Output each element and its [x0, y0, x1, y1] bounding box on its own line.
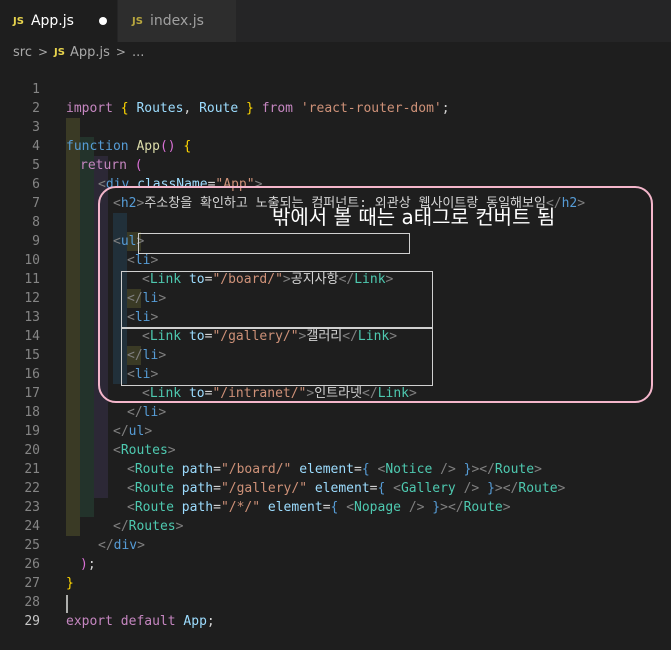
- code-line: 5 <div className="App">: [0, 137, 671, 192]
- code-line: 2: [0, 80, 671, 116]
- code-line: 19 <Routes>: [0, 403, 671, 458]
- js-file-icon: JS: [132, 15, 143, 27]
- code-line: 23 </Routes>: [0, 479, 671, 534]
- code-line: 1 import { Routes, Route } from 'react-r…: [0, 61, 671, 116]
- tab-label: App.js: [30, 13, 74, 29]
- tab-label: index.js: [149, 13, 204, 29]
- breadcrumb-symbols[interactable]: ...: [132, 45, 144, 60]
- code-line: 6 <h2>주소창을 확인하고 노출되는 컴퍼넌트: 외관상 웹사이트랑 동일해…: [0, 156, 671, 211]
- annotation-text: 밖에서 볼 때는 a태그로 컨버트 됨: [272, 205, 556, 229]
- li-highlight-box: [121, 328, 433, 386]
- chevron-right-icon: >: [37, 45, 49, 59]
- unsaved-dot-icon[interactable]: [99, 17, 107, 25]
- line-number: 29: [24, 614, 40, 629]
- code-line: 3 function App() {: [0, 99, 671, 154]
- tab-index-js[interactable]: JS index.js: [118, 0, 236, 42]
- code-line: 21 <Route path="/gallery/" element={ <Ga…: [0, 441, 671, 496]
- code-line: 25 );: [0, 517, 671, 572]
- breadcrumb-folder[interactable]: src: [13, 45, 32, 60]
- code-line: 26 }: [0, 536, 671, 591]
- code-line: 29: [0, 593, 671, 629]
- code-line: 20 <Route path="/board/" element={ <Noti…: [0, 422, 671, 477]
- breadcrumb: src > JS App.js > ...: [13, 42, 144, 62]
- code-line: 22 <Route path="/*/" element={ <Nopage /…: [0, 460, 671, 515]
- li-highlight-box: [121, 271, 433, 328]
- tab-bar: JS App.js JS index.js: [0, 0, 671, 42]
- tab-app-js[interactable]: JS App.js: [0, 0, 117, 42]
- chevron-right-icon: >: [115, 45, 126, 59]
- breadcrumb-file[interactable]: App.js: [70, 45, 110, 60]
- code-line: 24 </div>: [0, 498, 671, 553]
- js-file-icon: JS: [13, 15, 24, 27]
- text-cursor: [66, 595, 68, 613]
- code-line: 27: [0, 555, 671, 591]
- code-line: 28 export default App;: [0, 574, 671, 629]
- link-highlight-box: [138, 233, 410, 254]
- js-file-icon: JS: [54, 46, 65, 58]
- code-line: 4 return (: [0, 118, 671, 173]
